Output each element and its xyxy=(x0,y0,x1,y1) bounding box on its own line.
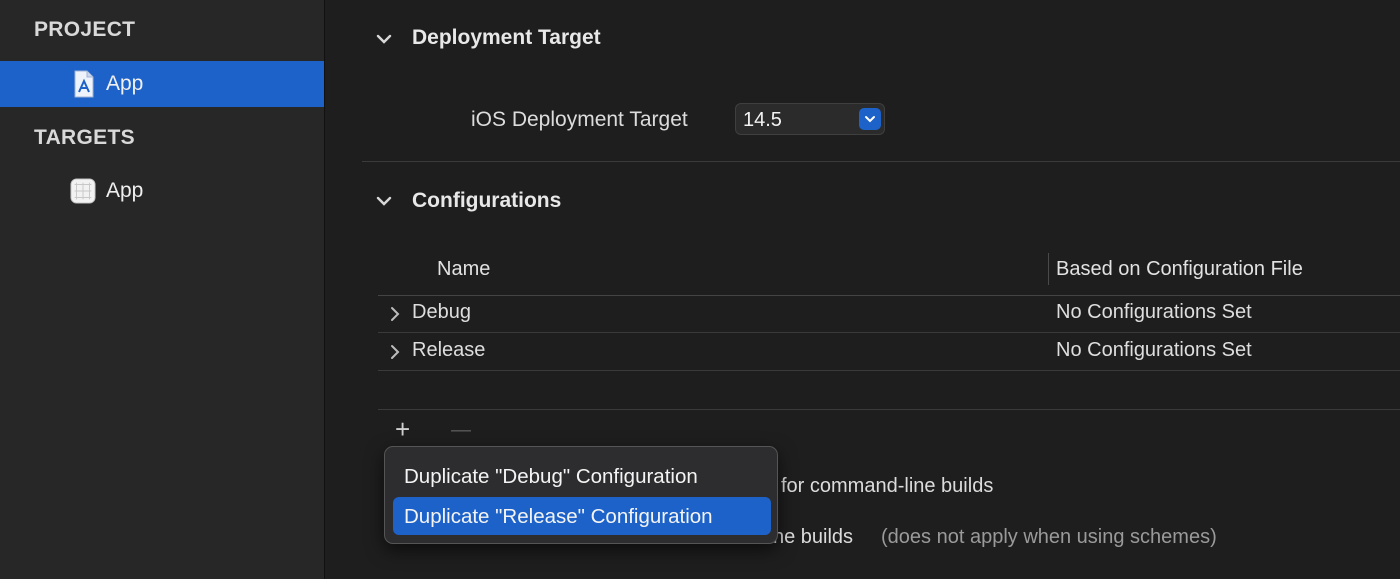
row-divider xyxy=(378,332,1400,333)
column-header-config-file[interactable]: Based on Configuration File xyxy=(1056,258,1303,281)
column-separator xyxy=(1048,253,1049,285)
configurations-title: Configurations xyxy=(412,189,562,212)
project-file-icon xyxy=(74,70,94,98)
config-file: No Configurations Set xyxy=(1056,339,1252,361)
scheme-builds-hint: (does not apply when using schemes) xyxy=(881,526,1217,548)
chevron-down-icon[interactable] xyxy=(375,30,393,48)
remove-configuration-button[interactable]: — xyxy=(451,420,471,440)
table-footer-divider xyxy=(378,409,1400,410)
targets-section-header: TARGETS xyxy=(34,126,135,149)
project-section-header: PROJECT xyxy=(34,18,136,41)
chevron-down-icon[interactable] xyxy=(375,192,393,210)
sidebar-item-label: App xyxy=(106,72,144,95)
menu-item-duplicate-release[interactable]: Duplicate "Release" Configuration xyxy=(393,497,771,535)
config-name: Release xyxy=(412,339,486,361)
ios-deployment-target-popup[interactable]: 14.5 xyxy=(735,103,885,135)
deployment-target-title: Deployment Target xyxy=(412,26,601,49)
app-target-icon xyxy=(70,178,96,204)
menu-item-duplicate-debug[interactable]: Duplicate "Debug" Configuration xyxy=(393,457,771,495)
sidebar-item-label: App xyxy=(106,179,144,202)
config-file: No Configurations Set xyxy=(1056,301,1252,323)
command-line-builds-label: for command-line builds xyxy=(781,475,994,497)
popup-chevron-icon xyxy=(859,108,881,130)
config-name: Debug xyxy=(412,301,471,323)
menu-item-label: Duplicate "Debug" Configuration xyxy=(404,465,698,488)
popup-value: 14.5 xyxy=(743,109,782,131)
table-header-divider xyxy=(378,295,1400,296)
menu-item-label: Duplicate "Release" Configuration xyxy=(404,505,713,528)
add-configuration-menu: Duplicate "Debug" Configuration Duplicat… xyxy=(384,446,778,544)
sidebar-item-target-app[interactable]: App xyxy=(0,168,324,214)
ios-deployment-target-label: iOS Deployment Target xyxy=(471,108,688,131)
navigator-sidebar: PROJECT App TARGETS App xyxy=(0,0,325,579)
sidebar-item-project-app[interactable]: App xyxy=(0,61,324,107)
column-header-name[interactable]: Name xyxy=(437,258,490,281)
chevron-right-icon[interactable] xyxy=(386,343,404,361)
row-divider xyxy=(378,370,1400,371)
chevron-right-icon[interactable] xyxy=(386,305,404,323)
scheme-builds-label: ne builds xyxy=(773,526,854,548)
add-configuration-button[interactable]: + xyxy=(395,416,410,442)
section-divider xyxy=(362,161,1400,162)
